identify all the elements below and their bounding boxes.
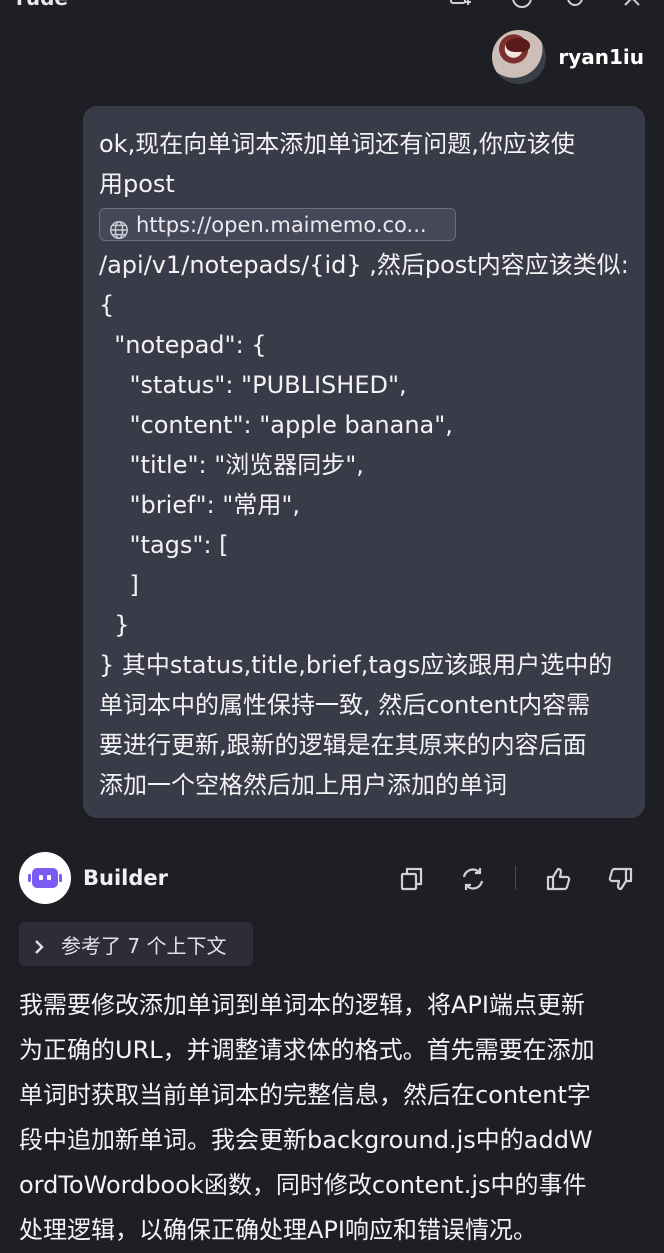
settings-icon[interactable]	[563, 0, 587, 10]
assistant-header: Builder	[19, 852, 645, 906]
message-line: } 其中status,title,brief,tags应该跟用户选中的	[99, 651, 613, 679]
message-line: "brief": "常用",	[99, 491, 300, 519]
message-line: /api/v1/notepads/{id} ,然后post内容应该类似:	[99, 251, 629, 279]
thumbs-up-icon[interactable]	[544, 864, 574, 894]
user-avatar	[492, 30, 547, 84]
message-line: "tags": [	[99, 531, 229, 559]
message-line: 用post	[99, 170, 175, 198]
context-reference-toggle[interactable]: 参考了 7 个上下文	[19, 922, 253, 966]
globe-icon	[108, 214, 130, 239]
copy-icon[interactable]	[397, 864, 427, 894]
message-line: 添加一个空格然后加上用户添加的单词	[99, 771, 507, 799]
chevron-right-icon	[31, 936, 47, 954]
message-line: 要进行更新,跟新的逻辑是在其原来的内容后面	[99, 731, 587, 759]
answer-line: 我需要修改添加单词到单词本的逻辑，将API端点更新	[19, 991, 585, 1019]
assistant-name: Builder	[83, 866, 168, 890]
user-message-text: ok,现在向单词本添加单词还有问题,你应该使 用post https://ope…	[99, 124, 629, 805]
assistant-answer: 我需要修改添加单词到单词本的逻辑，将API端点更新 为正确的URL，并调整请求体…	[19, 983, 645, 1253]
message-line: ]	[99, 571, 139, 599]
refresh-icon[interactable]	[458, 864, 488, 894]
history-icon[interactable]	[510, 0, 534, 10]
answer-line: 单词时获取当前单词本的完整信息，然后在content字	[19, 1081, 591, 1109]
message-line: "status": "PUBLISHED",	[99, 371, 407, 399]
message-line: {	[99, 291, 115, 319]
answer-line: 为正确的URL，并调整请求体的格式。首先需要在添加	[19, 1036, 595, 1064]
user-name: ryan1iu	[558, 45, 644, 69]
close-icon[interactable]	[620, 0, 644, 10]
answer-line: 段中追加新单词。我会更新background.js中的addW	[19, 1126, 593, 1154]
url-link-text: https://open.maimemo.co...	[136, 212, 427, 237]
message-line: "notepad": {	[99, 331, 267, 359]
top-bar: rude	[0, 0, 664, 10]
thumbs-down-icon[interactable]	[605, 864, 635, 894]
url-link-chip[interactable]: https://open.maimemo.co...	[99, 208, 456, 241]
action-divider	[515, 866, 516, 890]
message-line: "title": "浏览器同步",	[99, 451, 364, 479]
user-header: ryan1iu	[492, 30, 644, 84]
message-line: }	[99, 611, 130, 639]
assistant-avatar	[19, 852, 71, 904]
answer-line: 处理逻辑，以确保正确处理API响应和错误情况。	[19, 1216, 537, 1244]
robot-icon	[32, 868, 58, 888]
answer-line: ordToWordbook函数，同时修改content.js中的事件	[19, 1171, 587, 1199]
window-title: rude	[16, 0, 68, 10]
message-line: 单词本中的属性保持一致, 然后content内容需	[99, 691, 591, 719]
context-label: 参考了 7 个上下文	[61, 933, 227, 958]
message-line: "content": "apple banana",	[99, 411, 453, 439]
message-line: ok,现在向单词本添加单词还有问题,你应该使	[99, 130, 575, 158]
new-chat-icon[interactable]	[448, 0, 472, 10]
